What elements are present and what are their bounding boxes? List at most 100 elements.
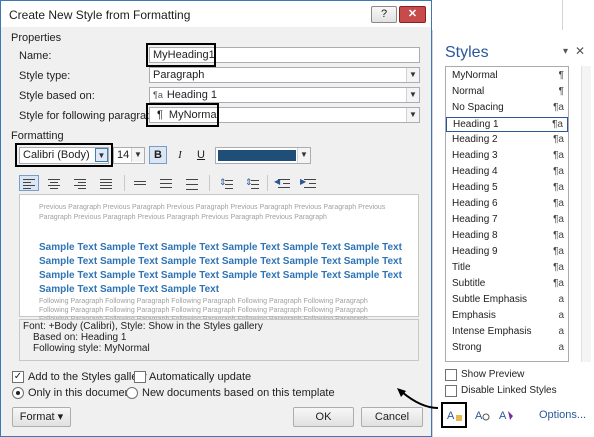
- italic-button[interactable]: I: [171, 146, 189, 164]
- arrow-icon: ⇕: [219, 177, 227, 187]
- style-item-strong[interactable]: Strong a: [446, 341, 568, 356]
- add-to-gallery-label: Add to the Styles gallery: [28, 371, 147, 383]
- previous-paragraph-line: Paragraph Previous Paragraph Previous Pa…: [39, 214, 327, 221]
- linked-style-icon: ¶a: [552, 119, 563, 130]
- ok-button[interactable]: OK: [293, 407, 354, 427]
- style-item-emphasis[interactable]: Emphasis a: [446, 309, 568, 324]
- font-size-value: 14: [117, 149, 130, 161]
- linked-style-icon: ¶a: [553, 134, 564, 145]
- help-button[interactable]: ?: [371, 6, 397, 23]
- options-link[interactable]: Options...: [539, 409, 586, 421]
- show-preview-checkbox[interactable]: [445, 369, 457, 381]
- style-item-label: No Spacing: [452, 102, 504, 113]
- arrow-icon: ⇕: [245, 177, 253, 187]
- new-style-icon: A: [447, 410, 462, 422]
- following-paragraph-line: Following Paragraph Following Paragraph …: [39, 298, 368, 305]
- style-item-heading-8[interactable]: Heading 8 ¶a: [446, 229, 568, 244]
- style-item-heading-5[interactable]: Heading 5 ¶a: [446, 181, 568, 196]
- chevron-down-icon: ▼: [95, 148, 108, 162]
- annotation-arrow-icon: [397, 388, 439, 409]
- style-item-intense-emphasis[interactable]: Intense Emphasis a: [446, 325, 568, 340]
- paragraph-style-icon: ¶: [558, 86, 564, 97]
- style-item-label: Heading 9: [452, 246, 498, 257]
- style-item-mynormal[interactable]: MyNormal ¶: [446, 69, 568, 84]
- linked-style-icon: ¶a: [553, 102, 564, 113]
- align-center-button[interactable]: [45, 176, 65, 190]
- style-item-subtle-emphasis[interactable]: Subtle Emphasis a: [446, 293, 568, 308]
- style-item-heading-6[interactable]: Heading 6 ¶a: [446, 197, 568, 212]
- pane-options-dropdown[interactable]: ▾: [563, 46, 568, 57]
- pane-close-button[interactable]: ✕: [575, 44, 585, 58]
- svg-text:A: A: [475, 410, 483, 422]
- style-item-subtitle[interactable]: Subtitle ¶a: [446, 277, 568, 292]
- style-item-heading-1[interactable]: Heading 1 ¶a: [446, 117, 568, 132]
- style-item-label: Heading 2: [452, 134, 498, 145]
- name-field[interactable]: MyHeading1: [149, 47, 420, 63]
- svg-text:A: A: [499, 410, 507, 422]
- dialog-close-button[interactable]: ✕: [399, 6, 426, 23]
- style-item-heading-3[interactable]: Heading 3 ¶a: [446, 149, 568, 164]
- toolbar-divider: [267, 175, 268, 191]
- linked-style-icon: ¶a: [553, 150, 564, 161]
- linked-style-icon: ¶a: [553, 166, 564, 177]
- only-this-document-radio[interactable]: [12, 387, 24, 399]
- styles-pane: Styles ▾ ✕ MyNormal ¶ Normal ¶ No Spacing ¶a H…: [432, 30, 594, 437]
- increase-spacing-before-icon[interactable]: ⇕: [216, 176, 236, 190]
- character-style-icon: a: [558, 294, 564, 305]
- linked-style-icon: ¶a: [553, 246, 564, 257]
- one-half-spacing-button[interactable]: [157, 176, 177, 190]
- style-item-label: Title: [452, 262, 471, 273]
- background-area: [432, 0, 562, 30]
- name-field-value: MyHeading1: [153, 49, 215, 61]
- style-item-heading-2[interactable]: Heading 2 ¶a: [446, 133, 568, 148]
- font-name-select[interactable]: Calibri (Body) ▼: [19, 147, 109, 164]
- new-documents-radio[interactable]: [126, 387, 138, 399]
- font-color-select[interactable]: ▼: [215, 147, 311, 164]
- align-left-button[interactable]: [19, 175, 39, 191]
- style-description: Font: +Body (Calibri), Style: Show in th…: [19, 319, 419, 361]
- style-item-label: Subtitle: [452, 278, 486, 289]
- dialog-title: Create New Style from Formatting: [9, 8, 191, 22]
- style-item-title[interactable]: Title ¶a: [446, 261, 568, 276]
- style-item-heading-4[interactable]: Heading 4 ¶a: [446, 165, 568, 180]
- sample-text-line: Sample Text Sample Text Sample Text: [39, 284, 220, 295]
- paragraph-style-icon: ¶: [558, 70, 564, 81]
- linked-style-icon: ¶a: [553, 198, 564, 209]
- style-item-label: Intense Emphasis: [452, 326, 532, 337]
- following-style-value: MyNormal: [168, 109, 220, 121]
- style-inspector-button[interactable]: A: [471, 404, 493, 426]
- double-spacing-button[interactable]: [183, 176, 203, 190]
- underline-button[interactable]: U: [192, 146, 210, 164]
- style-item-label: Normal: [452, 86, 485, 97]
- new-style-button[interactable]: A: [443, 404, 465, 426]
- style-item-heading-7[interactable]: Heading 7 ¶a: [446, 213, 568, 228]
- font-size-select[interactable]: 14 ▼: [113, 147, 145, 164]
- increase-indent-icon[interactable]: ▶: [299, 176, 319, 190]
- styles-scrollbar[interactable]: [581, 66, 591, 362]
- add-to-gallery-checkbox[interactable]: ✓: [12, 371, 24, 383]
- formatting-section-label: Formatting: [11, 130, 64, 142]
- decrease-spacing-before-icon[interactable]: ⇕: [242, 176, 262, 190]
- manage-styles-button[interactable]: A: [495, 404, 517, 426]
- following-style-select[interactable]: ¶ MyNormal ▼: [149, 107, 420, 123]
- auto-update-checkbox[interactable]: [134, 371, 146, 383]
- paragraph-mark-icon: ¶: [157, 109, 163, 121]
- format-button[interactable]: Format ▾: [12, 407, 71, 427]
- svg-text:A: A: [447, 410, 455, 422]
- justify-button[interactable]: [97, 176, 117, 190]
- based-on-select[interactable]: ¶a Heading 1 ▼: [149, 87, 420, 103]
- toolbar-divider: [124, 175, 125, 191]
- style-item-normal[interactable]: Normal ¶: [446, 85, 568, 100]
- style-item-label: Heading 5: [452, 182, 498, 193]
- style-inspector-icon: A: [475, 410, 490, 422]
- style-item-label: Heading 8: [452, 230, 498, 241]
- styles-pane-title: Styles: [445, 44, 489, 61]
- single-spacing-button[interactable]: [131, 176, 151, 190]
- style-item-no-spacing[interactable]: No Spacing ¶a: [446, 101, 568, 116]
- align-right-button[interactable]: [71, 176, 91, 190]
- bold-button[interactable]: B: [149, 146, 167, 164]
- style-type-select[interactable]: Paragraph ▼: [149, 67, 420, 83]
- style-item-heading-9[interactable]: Heading 9 ¶a: [446, 245, 568, 260]
- decrease-indent-icon[interactable]: ◀: [273, 176, 293, 190]
- disable-linked-checkbox[interactable]: [445, 385, 457, 397]
